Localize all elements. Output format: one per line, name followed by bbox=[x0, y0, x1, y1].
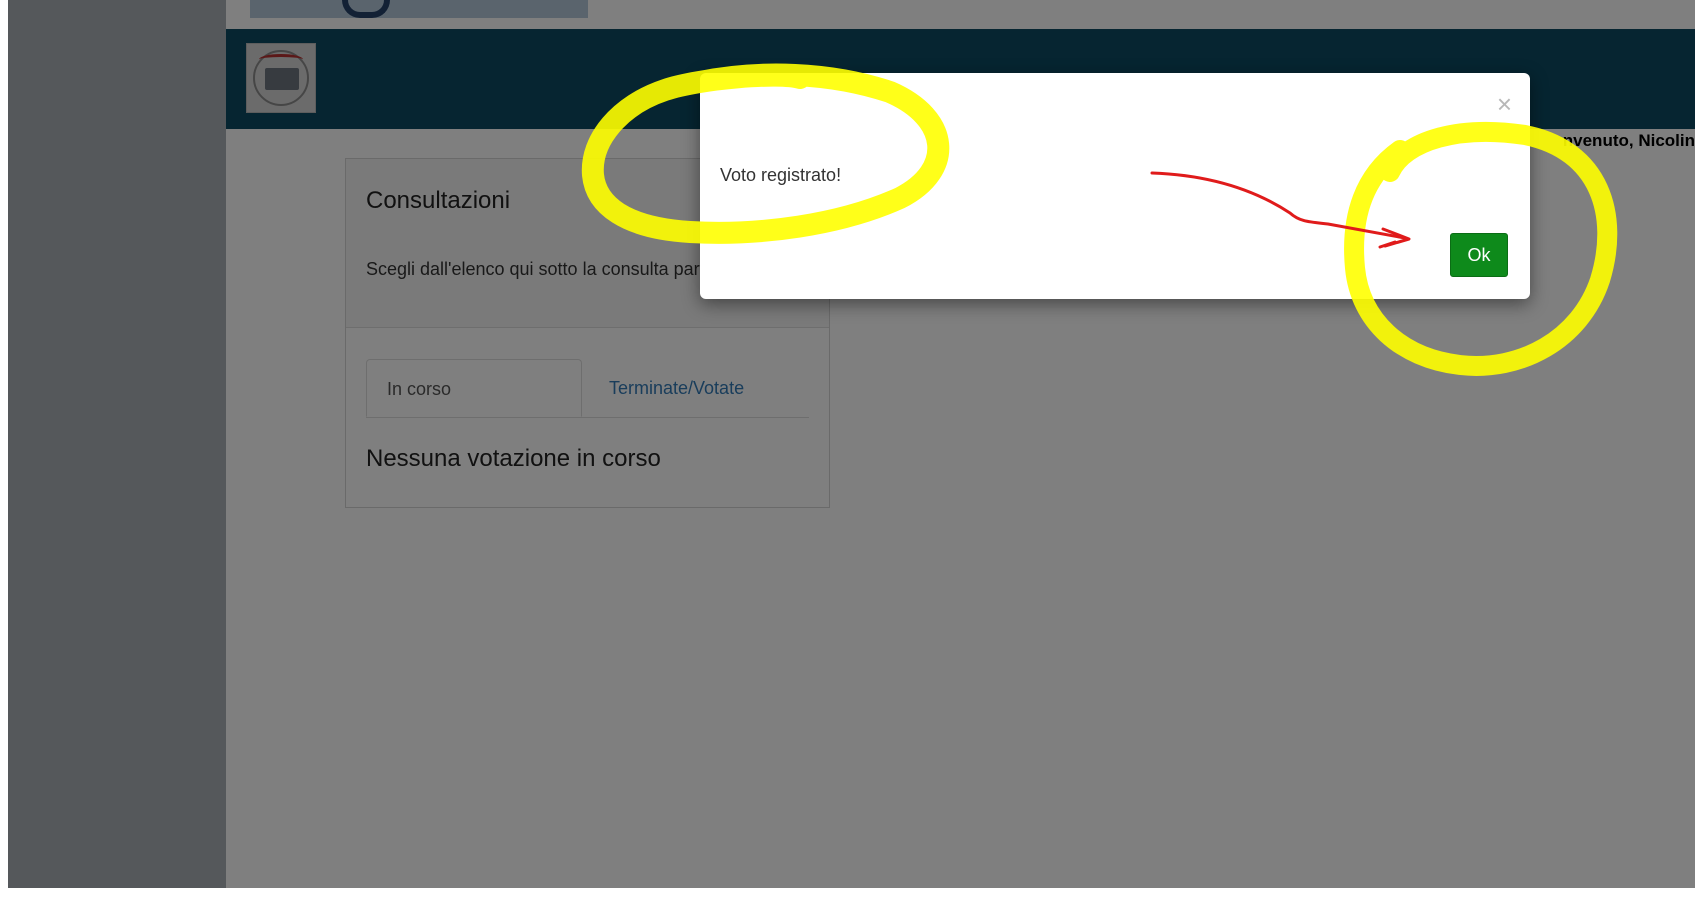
close-icon[interactable]: × bbox=[1497, 91, 1512, 117]
ok-button[interactable]: Ok bbox=[1450, 233, 1508, 277]
confirmation-dialog: × Voto registrato! Ok bbox=[700, 73, 1530, 299]
dialog-message: Voto registrato! bbox=[720, 165, 842, 185]
left-background-panel bbox=[8, 0, 226, 912]
outer-margin bbox=[0, 0, 8, 912]
bottom-margin bbox=[8, 888, 1695, 912]
